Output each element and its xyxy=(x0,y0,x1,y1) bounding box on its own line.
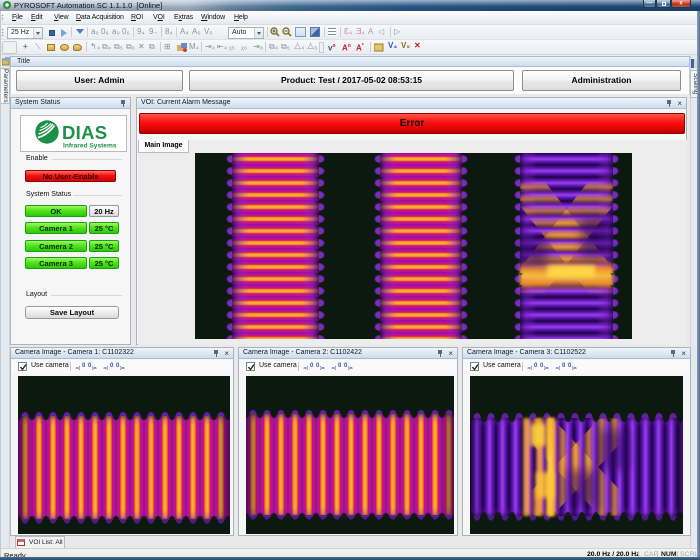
svg-text:₎₆: ₎₆ xyxy=(320,364,325,371)
svg-text:Infrared Systems: Infrared Systems xyxy=(63,143,117,150)
svg-text:0: 0 xyxy=(82,363,86,369)
svg-text:₄₍: ₄₍ xyxy=(303,364,308,371)
svg-text:₄₍: ₄₍ xyxy=(75,364,80,371)
svg-text:₄₍: ₄₍ xyxy=(555,364,560,371)
svg-text:₎₆: ₎₆ xyxy=(572,364,577,371)
svg-text:₄₍: ₄₍ xyxy=(103,364,108,371)
svg-text:₎₆: ₎₆ xyxy=(544,364,549,371)
svg-text:₄₍: ₄₍ xyxy=(527,364,532,371)
svg-text:₎₆: ₎₆ xyxy=(348,364,353,371)
svg-text:₎₆: ₎₆ xyxy=(120,364,125,371)
svg-text:0: 0 xyxy=(310,363,314,369)
svg-text:0: 0 xyxy=(562,363,566,369)
svg-text:₎₆: ₎₆ xyxy=(92,364,97,371)
svg-text:0: 0 xyxy=(338,363,342,369)
svg-text:0: 0 xyxy=(110,363,114,369)
svg-text:0: 0 xyxy=(534,363,538,369)
svg-text:₄₍: ₄₍ xyxy=(331,364,336,371)
svg-text:DIAS: DIAS xyxy=(62,122,107,143)
